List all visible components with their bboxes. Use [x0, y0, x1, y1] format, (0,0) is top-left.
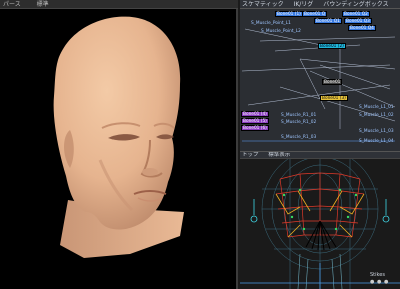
- schematic-node[interactable]: S_Muscle_L1_01: [358, 105, 395, 111]
- schematic-node[interactable]: Bone01 (1): [275, 11, 303, 17]
- schematic-node[interactable]: S_Muscle_Point_L1: [250, 21, 292, 27]
- schematic-node[interactable]: Bone01 Q4: [348, 25, 376, 31]
- tab-ik-rig[interactable]: IK/リグ: [294, 1, 314, 8]
- corner-dot-icon[interactable]: ●: [370, 279, 374, 285]
- tab-bounding-box[interactable]: バウンディングボックス: [323, 1, 388, 8]
- corner-label: Stikes: [370, 272, 385, 278]
- schematic-node[interactable]: Bone01 (5): [241, 118, 269, 124]
- schematic-node[interactable]: S_Muscle_Point_L2: [260, 29, 302, 35]
- view-label[interactable]: トップ: [242, 152, 259, 158]
- schematic-node[interactable]: Bone01 Q2: [342, 11, 370, 17]
- perspective-header: パース 標準: [0, 0, 238, 9]
- mesh-view-header: トップ 標準表示: [240, 151, 400, 159]
- schematic-node[interactable]: S_Muscle_R1_02: [280, 120, 317, 126]
- schematic-node[interactable]: S_Muscle_L1_04: [358, 139, 395, 145]
- schematic-node[interactable]: S_Muscle_L1_03: [358, 129, 395, 135]
- tab-schematic[interactable]: スケマティック: [242, 1, 284, 8]
- schematic-node[interactable]: Bone01 Q1: [314, 18, 342, 24]
- wireframe-rig: [240, 159, 400, 289]
- schematic-node[interactable]: Bone01 (3): [320, 95, 348, 101]
- display-mode-label[interactable]: 標準表示: [268, 152, 290, 158]
- wireframe-viewport[interactable]: Stikes ● ● ●: [240, 159, 400, 289]
- schematic-graph[interactable]: Bone01 (1) Bone01 Q Bone01 Q2 Bone01 Q1 …: [240, 9, 400, 151]
- schematic-node[interactable]: S_Muscle_R1_03: [280, 135, 317, 141]
- schematic-node[interactable]: Bone01: [322, 79, 343, 85]
- shading-mode-label[interactable]: 標準: [37, 1, 49, 8]
- right-panel: スケマティック IK/リグ バウンディングボックス Bone01 (1) Bon…: [240, 0, 400, 289]
- perspective-viewport[interactable]: パース 標準: [0, 0, 238, 289]
- corner-dot-icon[interactable]: ●: [384, 279, 388, 285]
- schematic-node[interactable]: Bone01 (6): [241, 125, 269, 131]
- corner-dot-icon[interactable]: ●: [377, 279, 381, 285]
- head-model: [53, 16, 184, 258]
- schematic-node[interactable]: Bone01 Q3: [344, 18, 372, 24]
- schematic-node[interactable]: S_Muscle_R1_01: [280, 113, 317, 119]
- schematic-node[interactable]: Bone01 (4): [241, 111, 269, 117]
- schematic-header: スケマティック IK/リグ バウンディングボックス: [240, 0, 400, 9]
- perspective-label[interactable]: パース: [3, 1, 21, 8]
- schematic-node[interactable]: Bone01 (2): [318, 43, 346, 49]
- schematic-node[interactable]: S_Muscle_L1_02: [358, 113, 395, 119]
- schematic-node[interactable]: Bone01 Q: [302, 11, 328, 17]
